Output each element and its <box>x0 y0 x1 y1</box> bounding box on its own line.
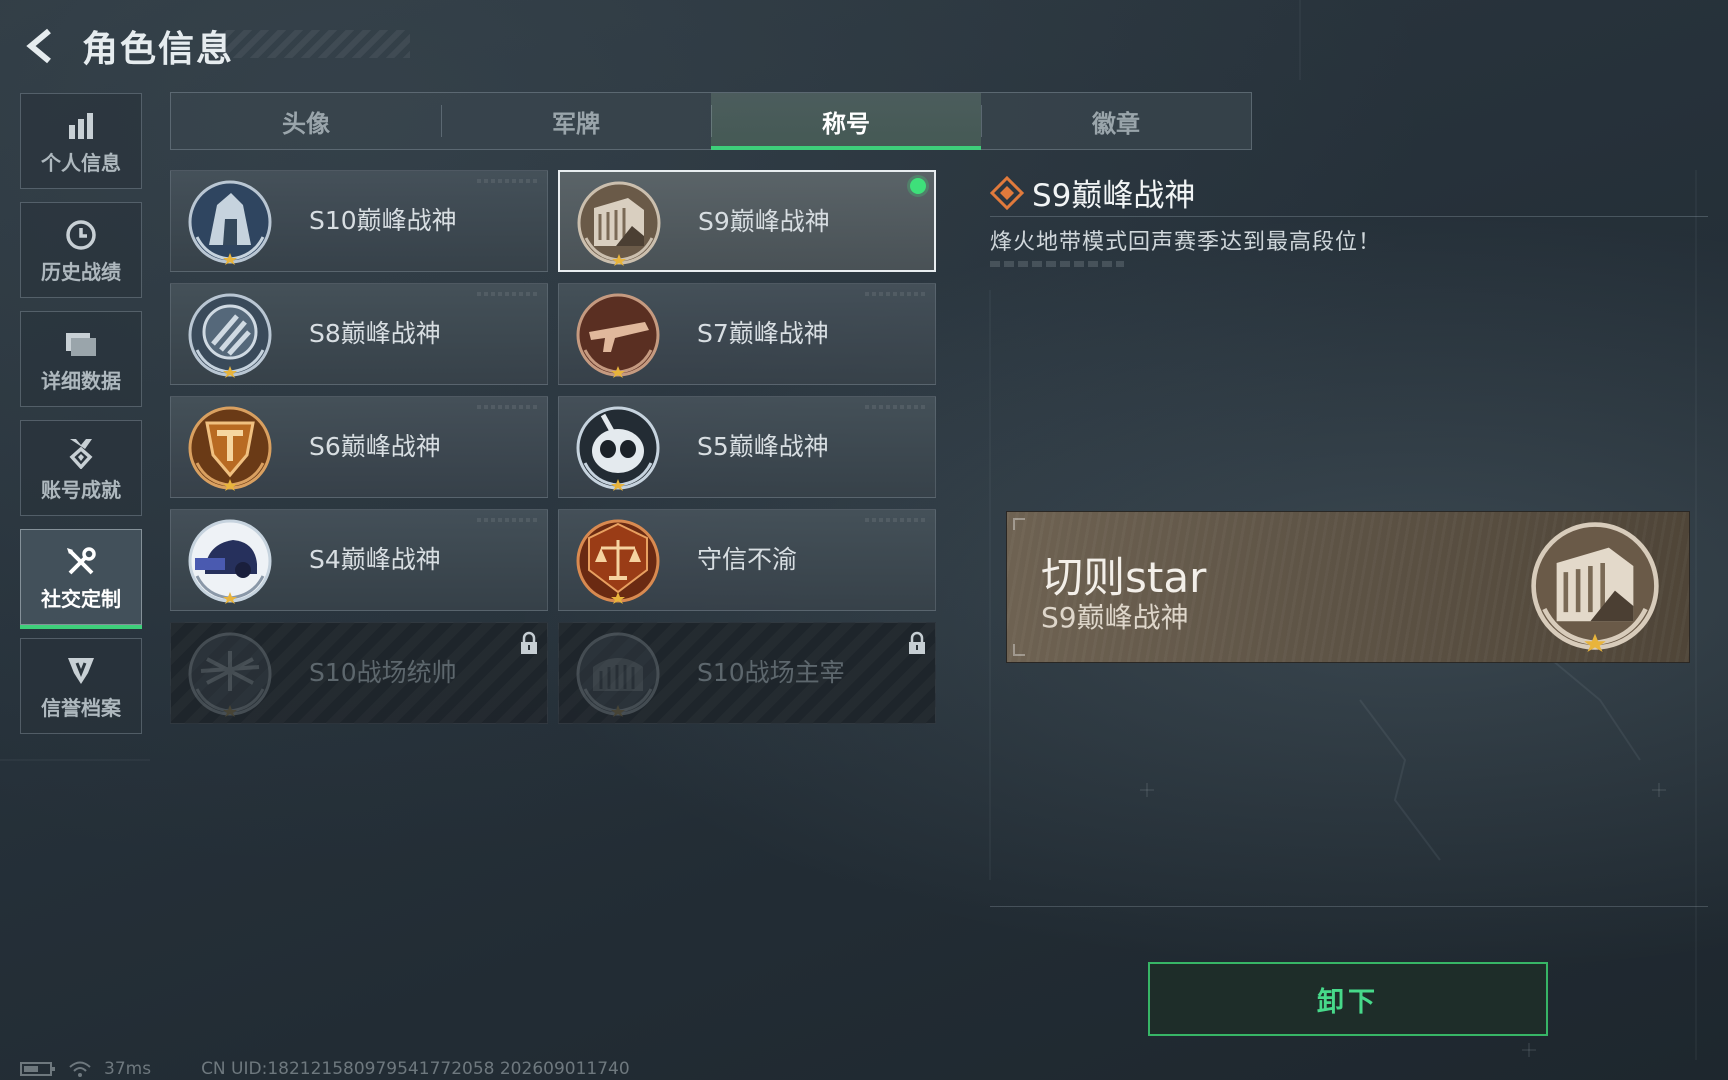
s8-peak-badge-icon <box>188 293 272 378</box>
sidebar-item-match-history[interactable]: 历史战绩 <box>20 202 142 298</box>
corner-decoration <box>1013 644 1025 656</box>
medal-icon <box>66 434 96 472</box>
nameplate-preview: 切则star S9巅峰战神 <box>1007 512 1689 662</box>
ping-value: 37ms <box>104 1059 152 1079</box>
s10-dominator-badge-icon <box>576 632 660 717</box>
status-bar: 37ms CN UID:18212158097954177205​8 20260… <box>20 1058 630 1080</box>
title-card-s5-peak[interactable]: S5巅峰战神 <box>558 396 936 498</box>
s10-commander-badge-icon <box>188 632 272 717</box>
user-uid: CN UID:18212158097954177205​8 2026090117… <box>201 1059 630 1079</box>
title-card-s4-peak[interactable]: S4巅峰战神 <box>170 509 548 611</box>
detail-decoration <box>990 261 1124 267</box>
detail-title: S9巅峰战神 <box>1032 178 1196 214</box>
sidebar-item-label: 账号成就 <box>41 477 121 502</box>
sidebar: 个人信息 历史战绩 详细数据 账号成就 社交定制 信誉档案 <box>20 93 144 747</box>
title-name: S8巅峰战神 <box>309 319 441 348</box>
battery-icon <box>20 1061 56 1077</box>
title-name: 守信不渝 <box>697 545 798 574</box>
s4-peak-badge-icon <box>188 519 272 604</box>
tab-bar: 头像 军牌 称号 徽章 <box>170 92 1252 150</box>
title-name: S10战场统帅 <box>309 658 457 687</box>
card-decoration <box>865 405 925 409</box>
sidebar-item-label: 个人信息 <box>41 150 121 175</box>
bar-chart-icon <box>66 107 96 145</box>
title-card-s9-peak[interactable]: S9巅峰战神 <box>558 170 936 272</box>
corner-decoration <box>1013 518 1025 530</box>
sidebar-item-personal-info[interactable]: 个人信息 <box>20 93 142 189</box>
sidebar-item-detailed-data[interactable]: 详细数据 <box>20 311 142 407</box>
sidebar-item-label: 信誉档案 <box>41 695 121 720</box>
title-decoration <box>210 30 410 58</box>
back-button[interactable] <box>20 24 64 68</box>
tab-emblem[interactable]: 徽章 <box>981 93 1251 149</box>
card-decoration <box>477 179 537 183</box>
s9-peak-badge-icon <box>577 181 661 266</box>
card-decoration <box>477 292 537 296</box>
detail-header: S9巅峰战神 <box>990 170 1195 215</box>
diamond-emblem-icon <box>990 175 1024 210</box>
divider <box>990 906 1708 907</box>
tools-icon <box>64 543 98 581</box>
title-card-s6-peak[interactable]: S6巅峰战神 <box>170 396 548 498</box>
title-card-keep-faith[interactable]: 守信不渝 <box>558 509 936 611</box>
sidebar-item-social-customization[interactable]: 社交定制 <box>20 529 142 629</box>
equipped-indicator <box>910 178 926 194</box>
sidebar-item-label: 社交定制 <box>41 586 121 611</box>
title-name: S6巅峰战神 <box>309 432 441 461</box>
title-name: S10巅峰战神 <box>309 206 457 235</box>
s6-peak-badge-icon <box>188 406 272 491</box>
s5-peak-badge-icon <box>576 406 660 491</box>
card-decoration <box>477 518 537 522</box>
s7-peak-badge-icon <box>576 293 660 378</box>
title-name: S4巅峰战神 <box>309 545 441 574</box>
card-decoration <box>865 518 925 522</box>
lock-icon <box>521 631 537 654</box>
shield-icon <box>66 652 96 690</box>
back-arrow-icon <box>26 28 51 64</box>
s9-peak-badge-icon <box>1531 522 1659 652</box>
title-name: S9巅峰战神 <box>698 207 830 236</box>
nameplate-title: S9巅峰战神 <box>1041 601 1189 634</box>
title-card-s7-peak[interactable]: S7巅峰战神 <box>558 283 936 385</box>
detail-description: 烽火地带模式回声赛季达到最高段位！ <box>990 230 1382 255</box>
sidebar-item-credit-record[interactable]: 信誉档案 <box>20 638 142 734</box>
tab-avatar[interactable]: 头像 <box>171 93 441 149</box>
tab-title[interactable]: 称号 <box>711 93 981 150</box>
title-name: S10战场主宰 <box>697 658 845 687</box>
title-card-s8-peak[interactable]: S8巅峰战神 <box>170 283 548 385</box>
card-decoration <box>477 405 537 409</box>
unequip-button[interactable]: 卸下 <box>1148 962 1548 1036</box>
title-card-s10-dominator[interactable]: S10战场主宰 <box>558 622 936 724</box>
scales-badge-icon <box>576 519 660 604</box>
wifi-icon <box>68 1060 92 1078</box>
sidebar-item-label: 详细数据 <box>41 368 121 393</box>
sidebar-item-achievements[interactable]: 账号成就 <box>20 420 142 516</box>
title-card-s10-commander[interactable]: S10战场统帅 <box>170 622 548 724</box>
divider <box>990 216 1708 217</box>
s10-peak-badge-icon <box>188 180 272 265</box>
tab-dog-tag[interactable]: 军牌 <box>441 93 711 149</box>
clock-icon <box>65 216 97 254</box>
card-decoration <box>865 292 925 296</box>
title-card-s10-peak[interactable]: S10巅峰战神 <box>170 170 548 272</box>
sidebar-item-label: 历史战绩 <box>41 259 121 284</box>
folder-icon <box>64 325 98 363</box>
title-name: S5巅峰战神 <box>697 432 829 461</box>
header: 角色信息 <box>20 18 234 74</box>
title-name: S7巅峰战神 <box>697 319 829 348</box>
lock-icon <box>909 631 925 654</box>
